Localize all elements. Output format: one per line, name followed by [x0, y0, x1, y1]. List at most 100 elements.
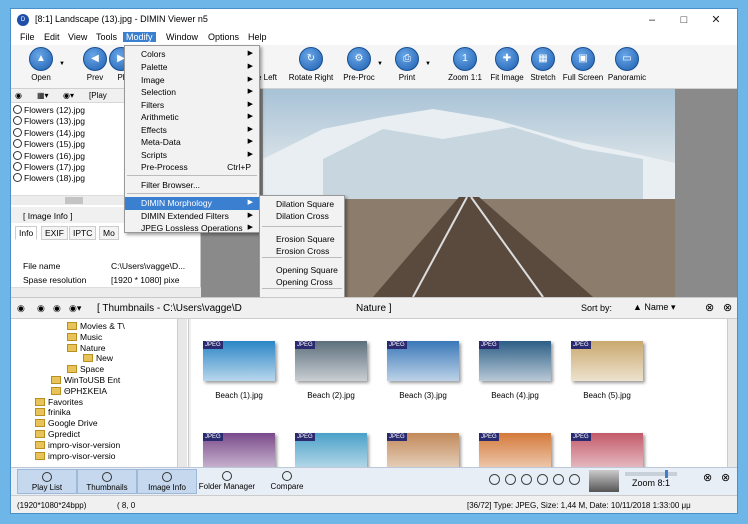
- modify-menu-item-effects[interactable]: Effects ▶: [125, 124, 259, 137]
- thumbnail[interactable]: JPEG: [387, 341, 459, 381]
- tab-more[interactable]: Mo: [99, 226, 119, 240]
- tool-e-icon[interactable]: [553, 474, 564, 485]
- modify-menu-item-selection[interactable]: Selection ▶: [125, 86, 259, 99]
- modify-menu-item-filter-browser[interactable]: Filter Browser...: [125, 179, 259, 192]
- morphology-item-opening-square[interactable]: Opening Square: [260, 264, 344, 277]
- zoom-slider[interactable]: [625, 470, 677, 478]
- info-scrollbar[interactable]: [11, 287, 201, 297]
- submenu-arrow-icon: ▶: [247, 125, 253, 133]
- modify-menu-item-meta-data[interactable]: Meta-Data ▶: [125, 136, 259, 149]
- maximize-icon[interactable]: □: [669, 12, 699, 28]
- tool-c-icon[interactable]: [521, 474, 532, 485]
- modify-menu-item-colors[interactable]: Colors ▶: [125, 48, 259, 61]
- modify-menu-item-arithmetic[interactable]: Arithmetic ▶: [125, 111, 259, 124]
- tree-node[interactable]: ΘΡΗΣΚΕΙΑ: [51, 386, 107, 396]
- tree-node[interactable]: WinToUSB Ent: [51, 375, 120, 385]
- tree-node[interactable]: impro-visor-version: [35, 440, 120, 450]
- thumbnail[interactable]: JPEG: [203, 341, 275, 381]
- tree-node[interactable]: Movies & T\: [67, 321, 125, 331]
- menu-view[interactable]: View: [65, 32, 90, 42]
- tree-node[interactable]: impro-visor-versio: [35, 451, 116, 461]
- menu-edit[interactable]: Edit: [41, 32, 63, 42]
- modify-menu-item-scripts[interactable]: Scripts ▶: [125, 149, 259, 162]
- menu-item-label: Filter Browser...: [141, 180, 201, 190]
- playlist-icon[interactable]: ◉: [15, 91, 22, 100]
- thumbnail[interactable]: JPEG: [479, 341, 551, 381]
- tab-iptc[interactable]: IPTC: [69, 226, 97, 240]
- morphology-item-dilation-cross[interactable]: Dilation Cross: [260, 210, 344, 223]
- tab-exif[interactable]: EXIF: [41, 226, 68, 240]
- tab-compare[interactable]: Compare: [257, 469, 317, 494]
- thumbnail[interactable]: JPEG: [295, 341, 367, 381]
- tool-b-icon[interactable]: [505, 474, 516, 485]
- modify-menu-item-dimin-morphology[interactable]: DIMIN Morphology ▶: [125, 197, 259, 210]
- modify-menu-item-filters[interactable]: Filters ▶: [125, 99, 259, 112]
- tree-node[interactable]: New: [83, 353, 113, 363]
- morphology-item-erosion-square[interactable]: Erosion Square: [260, 233, 344, 246]
- tool-a-icon[interactable]: [489, 474, 500, 485]
- title-bar[interactable]: D [8:1] Landscape (13).jpg - DIMIN Viewe…: [11, 9, 737, 31]
- menu-help[interactable]: Help: [245, 32, 270, 42]
- tab-info[interactable]: Info: [15, 226, 38, 240]
- morphology-item-erosion-cross[interactable]: Erosion Cross: [260, 245, 344, 258]
- item-checkbox-icon[interactable]: [13, 105, 22, 114]
- thumbnail[interactable]: JPEG: [571, 341, 643, 381]
- play-list-label[interactable]: [Play: [89, 91, 107, 100]
- thumb-refresh-icon[interactable]: ◉: [37, 303, 45, 314]
- thumbnails-path: [ Thumbnails - C:\Users\vagge\D: [97, 303, 242, 314]
- tree-node[interactable]: frinika: [35, 407, 71, 417]
- modify-menu-item-pre-process[interactable]: Pre-Process Ctrl+P: [125, 161, 259, 174]
- menu-window[interactable]: Window: [163, 32, 201, 42]
- bottom-close-icon[interactable]: ⊗: [703, 471, 712, 484]
- thumb-tool-icon[interactable]: ◉: [17, 303, 25, 314]
- morphology-item-opening-cross[interactable]: Opening Cross: [260, 276, 344, 289]
- tree-node[interactable]: Space: [67, 364, 104, 374]
- tab-thumbnails[interactable]: Thumbnails: [77, 469, 137, 494]
- thumbs-scrollbar[interactable]: [727, 319, 737, 467]
- tree-node[interactable]: Google Drive: [35, 418, 98, 428]
- menu-options[interactable]: Options: [205, 32, 242, 42]
- tree-node[interactable]: Gpredict: [35, 429, 80, 439]
- bottom-settings-icon[interactable]: ⊗: [721, 471, 730, 484]
- panoramic-button[interactable]: ▭ Panoramic: [597, 47, 657, 82]
- minimize-icon[interactable]: –: [637, 12, 667, 28]
- thumb-view-icon[interactable]: ◉▾: [69, 303, 81, 314]
- item-checkbox-icon[interactable]: [13, 161, 22, 171]
- tree-node[interactable]: Nature: [67, 343, 106, 353]
- item-checkbox-icon[interactable]: [13, 127, 22, 137]
- dimin-icon[interactable]: D: [17, 14, 29, 26]
- menu-file[interactable]: File: [17, 32, 38, 42]
- modify-menu-item-palette[interactable]: Palette ▶: [125, 61, 259, 74]
- thumb-close-icon[interactable]: ⊗: [705, 301, 714, 314]
- sort-by-select[interactable]: ▲ Name ▾: [633, 302, 675, 313]
- tab-folder-manager[interactable]: Folder Manager: [197, 469, 257, 494]
- item-checkbox-icon[interactable]: [13, 116, 22, 126]
- view-icon[interactable]: ◉▾: [63, 91, 74, 100]
- morphology-item-dilation-square[interactable]: Dilation Square: [260, 198, 344, 211]
- tree-scrollbar[interactable]: [177, 319, 187, 467]
- tool-f-icon[interactable]: [569, 474, 580, 485]
- item-checkbox-icon[interactable]: [13, 173, 22, 183]
- grid-icon[interactable]: ▦▾: [37, 91, 49, 100]
- submenu-arrow-icon: ▶: [247, 199, 253, 206]
- modify-menu-item-dimin-extended-filters[interactable]: DIMIN Extended Filters ▶: [125, 210, 259, 223]
- item-checkbox-icon[interactable]: [13, 150, 22, 160]
- tab-image-info[interactable]: Image Info: [137, 469, 197, 494]
- menu-tools[interactable]: Tools: [93, 32, 120, 42]
- tree-node[interactable]: Music: [67, 332, 102, 342]
- item-checkbox-icon[interactable]: [13, 139, 22, 149]
- thumb-up-icon[interactable]: ◉: [53, 303, 61, 314]
- tree-node[interactable]: Favorites: [35, 397, 83, 407]
- scroll-thumb[interactable]: [65, 197, 83, 204]
- close-icon[interactable]: ✕: [701, 12, 731, 28]
- tool-d-icon[interactable]: [537, 474, 548, 485]
- print-dropdown-icon[interactable]: ▼: [425, 61, 431, 67]
- tab-play-list[interactable]: Play List: [17, 469, 77, 494]
- thumb-settings-icon[interactable]: ⊗: [723, 301, 732, 314]
- modify-menu-item-jpeg-lossless-operations[interactable]: JPEG Lossless Operations ▶: [125, 222, 259, 235]
- zoom-slider-thumb[interactable]: [665, 470, 668, 478]
- tree-node-label: ΘΡΗΣΚΕΙΑ: [64, 385, 108, 396]
- menu-modify[interactable]: Modify: [123, 32, 156, 42]
- modify-menu-item-image[interactable]: Image ▶: [125, 74, 259, 87]
- playlist-item-label: Flowers (15).jpg: [24, 139, 85, 150]
